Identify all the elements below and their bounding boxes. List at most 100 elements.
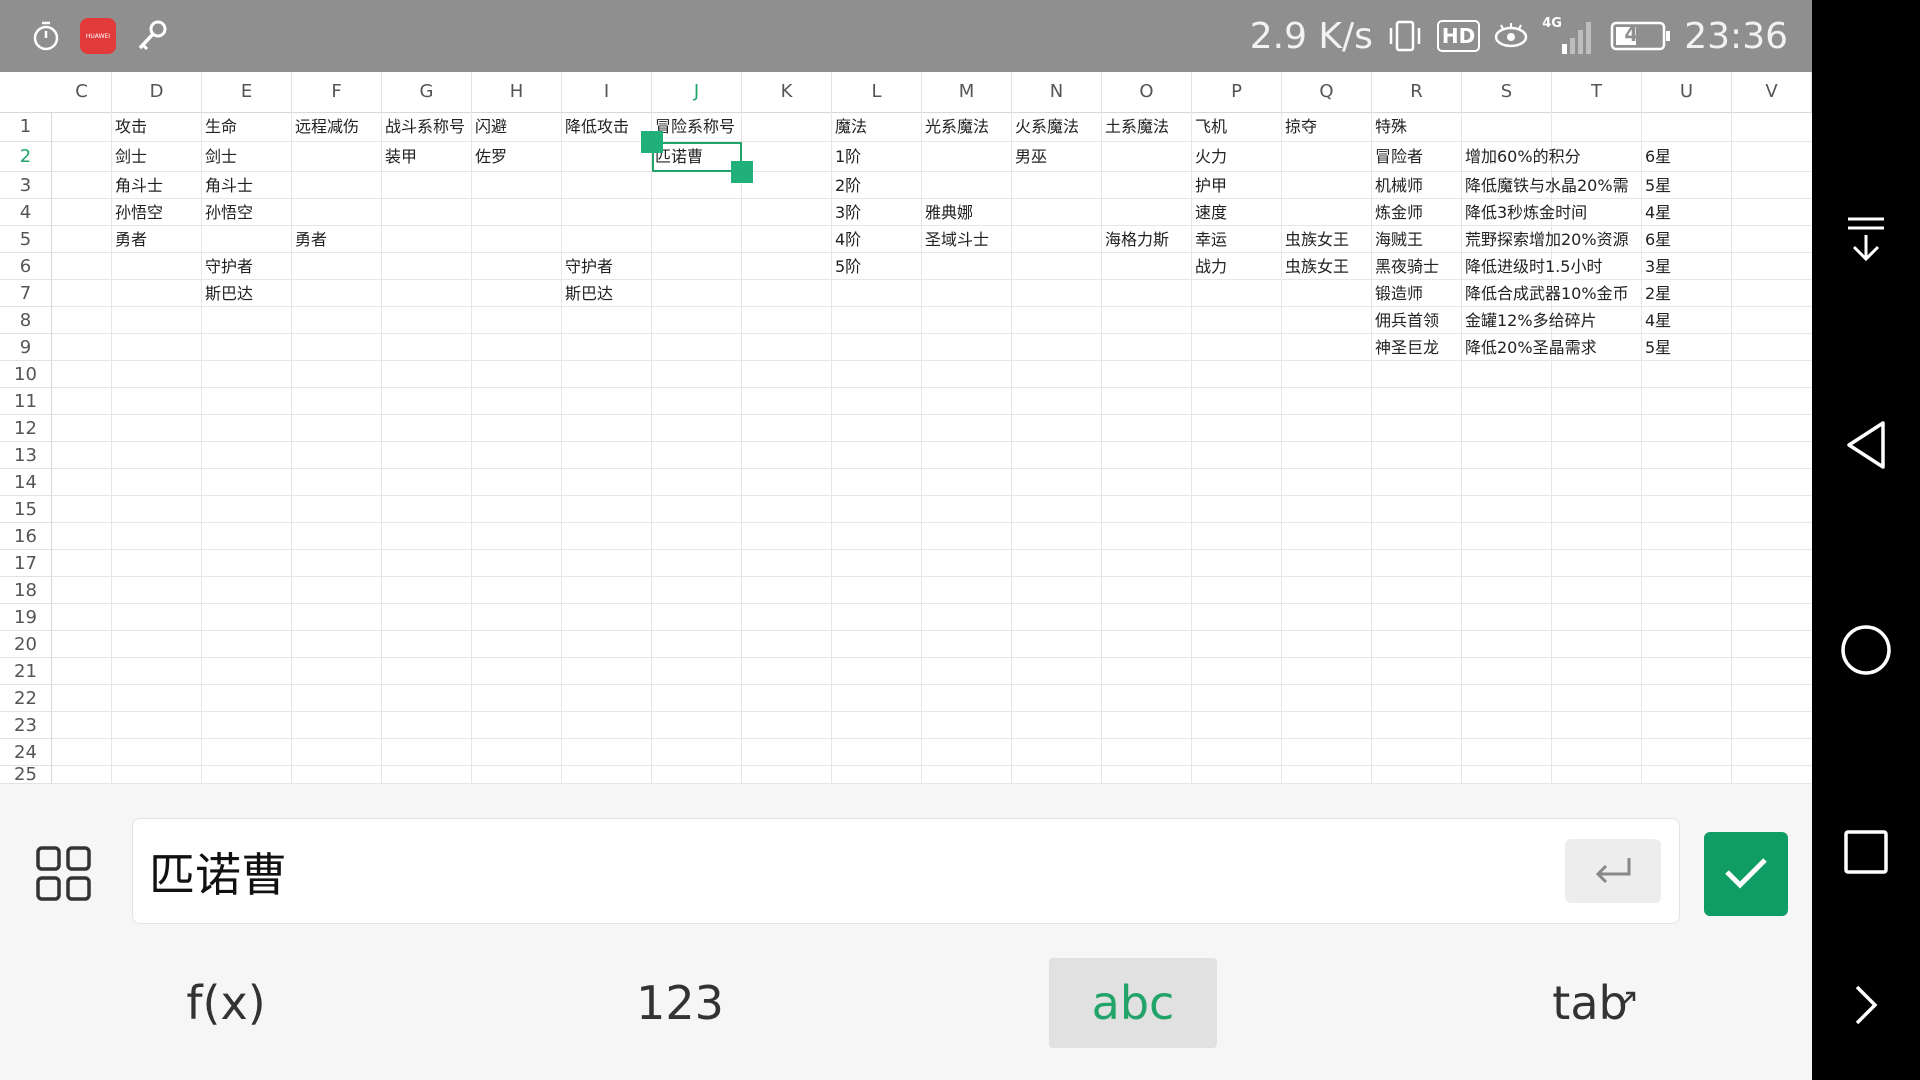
cell-r2[interactable]: 冒险者 xyxy=(1372,142,1423,172)
cell-s5[interactable]: 荒野探索增加20%资源 xyxy=(1462,226,1629,253)
column-header-j[interactable]: J xyxy=(652,72,742,112)
row-header-21[interactable]: 21 xyxy=(0,658,52,685)
row-header-25[interactable]: 25 xyxy=(0,766,52,784)
cell-r6[interactable]: 黑夜骑士 xyxy=(1372,253,1439,280)
cell-s3[interactable]: 降低魔铁与水晶20%需 xyxy=(1462,172,1629,199)
column-header-d[interactable]: D xyxy=(112,72,202,112)
cell-u3[interactable]: 5星 xyxy=(1642,172,1671,199)
column-header-v[interactable]: V xyxy=(1732,72,1812,112)
cell-e1[interactable]: 生命 xyxy=(202,112,237,142)
row-header-23[interactable]: 23 xyxy=(0,712,52,739)
cell-r3[interactable]: 机械师 xyxy=(1372,172,1423,199)
column-header-q[interactable]: Q xyxy=(1282,72,1372,112)
row-header-14[interactable]: 14 xyxy=(0,469,52,496)
cell-h1[interactable]: 闪避 xyxy=(472,112,507,142)
cell-e3[interactable]: 角斗士 xyxy=(202,172,253,199)
apps-grid-icon[interactable] xyxy=(34,844,94,904)
row-header-24[interactable]: 24 xyxy=(0,739,52,766)
cell-r1[interactable]: 特殊 xyxy=(1372,112,1407,142)
cell-p2[interactable]: 火力 xyxy=(1192,142,1227,172)
row-header-6[interactable]: 6 xyxy=(0,253,52,280)
column-header-i[interactable]: I xyxy=(562,72,652,112)
cell-i7[interactable]: 斯巴达 xyxy=(562,280,613,307)
cell-s2[interactable]: 增加60%的积分 xyxy=(1462,142,1581,172)
cell-p4[interactable]: 速度 xyxy=(1192,199,1227,226)
cell-l5[interactable]: 4阶 xyxy=(832,226,861,253)
formula-input-value[interactable]: 匹诺曹 xyxy=(149,839,287,905)
enter-button[interactable] xyxy=(1565,839,1661,903)
column-header-p[interactable]: P xyxy=(1192,72,1282,112)
cell-u2[interactable]: 6星 xyxy=(1642,142,1671,172)
cell-d2[interactable]: 剑士 xyxy=(112,142,147,172)
cell-u5[interactable]: 6星 xyxy=(1642,226,1671,253)
cell-p3[interactable]: 护甲 xyxy=(1192,172,1227,199)
column-header-f[interactable]: F xyxy=(292,72,382,112)
cell-l6[interactable]: 5阶 xyxy=(832,253,861,280)
cell-n1[interactable]: 火系魔法 xyxy=(1012,112,1079,142)
row-header-7[interactable]: 7 xyxy=(0,280,52,307)
cell-m5[interactable]: 圣域斗士 xyxy=(922,226,989,253)
cell-d3[interactable]: 角斗士 xyxy=(112,172,163,199)
cell-s6[interactable]: 降低进级时1.5小时 xyxy=(1462,253,1602,280)
row-header-2[interactable]: 2 xyxy=(0,142,52,172)
cell-o1[interactable]: 土系魔法 xyxy=(1102,112,1169,142)
cell-h2[interactable]: 佐罗 xyxy=(472,142,507,172)
cell-r5[interactable]: 海贼王 xyxy=(1372,226,1423,253)
cell-r7[interactable]: 锻造师 xyxy=(1372,280,1423,307)
row-header-13[interactable]: 13 xyxy=(0,442,52,469)
column-header-g[interactable]: G xyxy=(382,72,472,112)
row-header-4[interactable]: 4 xyxy=(0,199,52,226)
row-header-20[interactable]: 20 xyxy=(0,631,52,658)
cell-d5[interactable]: 勇者 xyxy=(112,226,147,253)
cell-u6[interactable]: 3星 xyxy=(1642,253,1671,280)
selection-end-handle[interactable] xyxy=(731,161,753,183)
cell-f5[interactable]: 勇者 xyxy=(292,226,327,253)
tab-function-keyboard[interactable]: f(x) xyxy=(136,958,316,1048)
cell-s8[interactable]: 金罐12%多给碎片 xyxy=(1462,307,1597,334)
cell-e2[interactable]: 剑士 xyxy=(202,142,237,172)
cell-l1[interactable]: 魔法 xyxy=(832,112,867,142)
row-header-12[interactable]: 12 xyxy=(0,415,52,442)
chevron-right-icon[interactable] xyxy=(1812,975,1920,1035)
formula-input[interactable]: 匹诺曹 xyxy=(132,818,1680,924)
column-header-m[interactable]: M xyxy=(922,72,1012,112)
cell-r4[interactable]: 炼金师 xyxy=(1372,199,1423,226)
back-icon[interactable] xyxy=(1812,415,1920,475)
column-header-h[interactable]: H xyxy=(472,72,562,112)
column-header-r[interactable]: R xyxy=(1372,72,1462,112)
cell-p1[interactable]: 飞机 xyxy=(1192,112,1227,142)
cell-s4[interactable]: 降低3秒炼金时间 xyxy=(1462,199,1587,226)
tab-letter-keyboard[interactable]: abc xyxy=(1049,958,1217,1048)
cell-m1[interactable]: 光系魔法 xyxy=(922,112,989,142)
cell-i1[interactable]: 降低攻击 xyxy=(562,112,629,142)
row-header-15[interactable]: 15 xyxy=(0,496,52,523)
row-header-10[interactable]: 10 xyxy=(0,361,52,388)
column-header-l[interactable]: L xyxy=(832,72,922,112)
cell-q6[interactable]: 虫族女王 xyxy=(1282,253,1349,280)
home-icon[interactable] xyxy=(1812,620,1920,680)
selection-start-handle[interactable] xyxy=(641,131,663,153)
cell-u4[interactable]: 4星 xyxy=(1642,199,1671,226)
column-header-t[interactable]: T xyxy=(1552,72,1642,112)
cell-d1[interactable]: 攻击 xyxy=(112,112,147,142)
cell-e6[interactable]: 守护者 xyxy=(202,253,253,280)
column-header-s[interactable]: S xyxy=(1462,72,1552,112)
row-header-9[interactable]: 9 xyxy=(0,334,52,361)
cell-u8[interactable]: 4星 xyxy=(1642,307,1671,334)
row-header-1[interactable]: 1 xyxy=(0,112,52,142)
cell-g2[interactable]: 装甲 xyxy=(382,142,417,172)
column-header-u[interactable]: U xyxy=(1642,72,1732,112)
row-header-19[interactable]: 19 xyxy=(0,604,52,631)
column-header-e[interactable]: E xyxy=(202,72,292,112)
notification-pulldown-icon[interactable] xyxy=(1812,210,1920,270)
cell-g1[interactable]: 战斗系称号 xyxy=(382,112,465,142)
cell-u9[interactable]: 5星 xyxy=(1642,334,1671,361)
recents-icon[interactable] xyxy=(1812,822,1920,882)
cell-s7[interactable]: 降低合成武器10%金币 xyxy=(1462,280,1629,307)
cell-f1[interactable]: 远程减伤 xyxy=(292,112,359,142)
cell-s9[interactable]: 降低20%圣晶需求 xyxy=(1462,334,1597,361)
cell-j1[interactable]: 冒险系称号 xyxy=(652,112,735,142)
row-header-17[interactable]: 17 xyxy=(0,550,52,577)
cell-e7[interactable]: 斯巴达 xyxy=(202,280,253,307)
tab-number-keyboard[interactable]: 123 xyxy=(590,958,770,1048)
